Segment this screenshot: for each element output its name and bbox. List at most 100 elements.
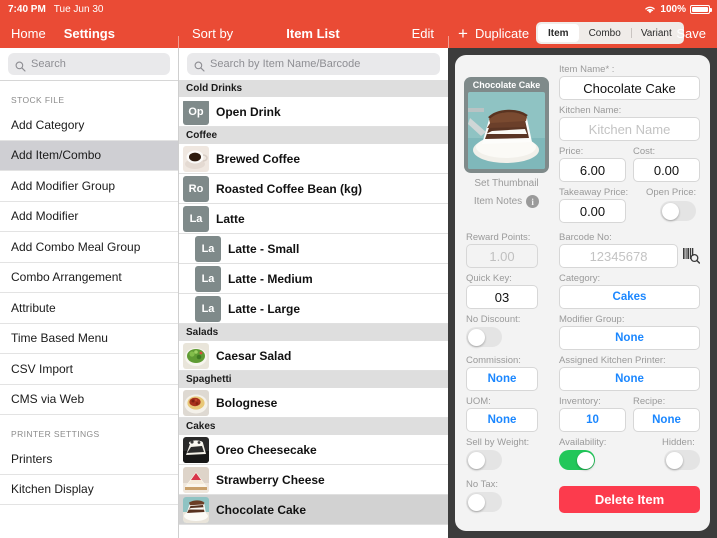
item-list: Cold Drinks Op Open Drink Coffee Brewed Coff… bbox=[179, 80, 448, 525]
edit-button[interactable]: Edit bbox=[412, 26, 434, 41]
sell-by-weight-toggle[interactable] bbox=[466, 450, 502, 470]
search-icon bbox=[194, 59, 205, 72]
list-item[interactable]: Brewed Coffee bbox=[179, 144, 448, 174]
hidden-toggle[interactable] bbox=[664, 450, 700, 470]
list-item[interactable]: La Latte bbox=[179, 204, 448, 234]
battery-percent: 100% bbox=[660, 3, 686, 15]
sidebar-item-printers[interactable]: Printers bbox=[0, 444, 178, 475]
modifier-group-field[interactable]: None bbox=[559, 326, 700, 350]
no-tax-label: No Tax: bbox=[466, 479, 499, 490]
set-thumbnail-button[interactable]: Set Thumbnail bbox=[464, 178, 549, 189]
sidebar-item-label: Attribute bbox=[11, 300, 56, 315]
recipe-label: Recipe: bbox=[633, 396, 666, 407]
price-field[interactable]: 6.00 bbox=[559, 158, 626, 182]
sidebar-item-add-combo-meal-group[interactable]: Add Combo Meal Group bbox=[0, 232, 178, 263]
barcode-scan-icon[interactable] bbox=[683, 247, 701, 264]
item-initials-badge: La bbox=[183, 205, 209, 232]
segment-combo[interactable]: Combo bbox=[579, 24, 631, 42]
list-item[interactable]: Oreo Cheesecake bbox=[179, 435, 448, 465]
sidebar-item-time-based-menu[interactable]: Time Based Menu bbox=[0, 323, 178, 354]
status-date: Tue Jun 30 bbox=[53, 3, 104, 15]
list-item[interactable]: Chocolate Cake bbox=[179, 495, 448, 525]
takeaway-price-field[interactable]: 0.00 bbox=[559, 199, 626, 223]
quick-key-field[interactable]: 03 bbox=[466, 285, 538, 309]
reward-points-field[interactable]: 1.00 bbox=[466, 244, 538, 268]
sidebar-item-label: Kitchen Display bbox=[11, 482, 94, 497]
item-thumbnail[interactable]: Chocolate Cake bbox=[464, 77, 549, 173]
commission-field[interactable]: None bbox=[466, 367, 538, 391]
uom-label: UOM: bbox=[466, 396, 491, 407]
open-price-toggle[interactable] bbox=[660, 201, 696, 221]
commission-label: Commission: bbox=[466, 355, 521, 366]
sidebar-item-label: Add Modifier Group bbox=[11, 178, 116, 193]
availability-toggle[interactable] bbox=[559, 450, 595, 470]
list-item[interactable]: La Latte - Medium bbox=[179, 264, 448, 294]
item-thumbnail-icon bbox=[183, 436, 209, 463]
thumbnail-image bbox=[468, 92, 545, 169]
sidebar-item-kitchen-display[interactable]: Kitchen Display bbox=[0, 474, 178, 505]
list-item[interactable]: La Latte - Small bbox=[179, 234, 448, 264]
item-name-label: Item Name* : bbox=[559, 64, 615, 75]
item-detail-panel: Chocolate Cake Set Thumbnail Item Notes … bbox=[448, 48, 717, 538]
settings-title: Settings bbox=[63, 25, 115, 41]
barcode-field[interactable]: 12345678 bbox=[559, 244, 678, 268]
item-thumbnail-icon bbox=[183, 145, 209, 172]
save-button[interactable]: Save bbox=[676, 26, 706, 41]
no-discount-toggle[interactable] bbox=[466, 327, 502, 347]
inventory-field[interactable]: 10 bbox=[559, 408, 626, 432]
sell-by-weight-label: Sell by Weight: bbox=[466, 437, 530, 448]
quick-key-label: Quick Key: bbox=[466, 273, 512, 284]
app-root: 7:40 PM Tue Jun 30 100% Home Settings So… bbox=[0, 0, 717, 538]
item-notes-button[interactable]: Item Notes i bbox=[464, 195, 549, 208]
segment-variant[interactable]: Variant bbox=[630, 24, 682, 42]
kitchen-name-field[interactable]: Kitchen Name bbox=[559, 117, 700, 141]
search-input[interactable]: Search bbox=[8, 53, 170, 75]
sort-by-button[interactable]: Sort by bbox=[192, 26, 233, 41]
list-item[interactable]: Strawberry Cheese bbox=[179, 465, 448, 495]
nav-bar: Home Settings Sort by Item List Edit + D… bbox=[0, 18, 717, 66]
sidebar-item-csv-import[interactable]: CSV Import bbox=[0, 354, 178, 385]
row-clip-mask bbox=[179, 97, 448, 101]
sidebar-item-label: Add Combo Meal Group bbox=[11, 239, 141, 254]
category-field[interactable]: Cakes bbox=[559, 285, 700, 309]
list-item[interactable]: Bolognese bbox=[179, 388, 448, 418]
recipe-field[interactable]: None bbox=[633, 408, 700, 432]
sidebar-item-label: Combo Arrangement bbox=[11, 270, 122, 285]
item-section-header: Salads bbox=[179, 324, 448, 341]
uom-field[interactable]: None bbox=[466, 408, 538, 432]
segment-item[interactable]: Item bbox=[538, 24, 579, 42]
plus-icon[interactable]: + bbox=[458, 25, 468, 42]
hidden-label: Hidden: bbox=[662, 437, 695, 448]
list-item-label: Caesar Salad bbox=[216, 348, 292, 363]
item-search-input[interactable]: Search by Item Name/Barcode bbox=[187, 53, 440, 75]
duplicate-button[interactable]: Duplicate bbox=[475, 26, 529, 41]
kitchen-printer-field[interactable]: None bbox=[559, 367, 700, 391]
sidebar-group-title: STOCK FILE bbox=[0, 81, 178, 110]
no-tax-toggle[interactable] bbox=[466, 492, 502, 512]
list-item-label: Latte bbox=[216, 211, 245, 226]
list-item[interactable]: Op Open Drink bbox=[179, 97, 448, 127]
item-initials-badge: La bbox=[195, 265, 221, 292]
sidebar-item-combo-arrangement[interactable]: Combo Arrangement bbox=[0, 262, 178, 293]
sidebar-item-attribute[interactable]: Attribute bbox=[0, 293, 178, 324]
info-icon[interactable]: i bbox=[526, 195, 540, 208]
list-item-label: Latte - Medium bbox=[228, 271, 313, 286]
sidebar-item-label: Time Based Menu bbox=[11, 331, 108, 346]
list-item[interactable]: Caesar Salad bbox=[179, 341, 448, 371]
type-segmented-control: Item Combo Variant bbox=[536, 22, 684, 44]
home-button[interactable]: Home bbox=[11, 26, 46, 41]
sidebar-item-add-item-combo[interactable]: Add Item/Combo bbox=[0, 140, 178, 171]
sidebar-item-cms-via-web[interactable]: CMS via Web bbox=[0, 384, 178, 415]
cost-field[interactable]: 0.00 bbox=[633, 158, 700, 182]
list-item[interactable]: La Latte - Large bbox=[179, 294, 448, 324]
sidebar-item-add-category[interactable]: Add Category bbox=[0, 110, 178, 141]
sidebar-item-add-modifier[interactable]: Add Modifier bbox=[0, 201, 178, 232]
list-item[interactable]: Ro Roasted Coffee Bean (kg) bbox=[179, 174, 448, 204]
item-name-field[interactable]: Chocolate Cake bbox=[559, 76, 700, 100]
list-item-label: Strawberry Cheese bbox=[216, 472, 325, 487]
thumbnail-caption: Chocolate Cake bbox=[472, 79, 541, 90]
sidebar-item-add-modifier-group[interactable]: Add Modifier Group bbox=[0, 171, 178, 202]
item-section-header: Coffee bbox=[179, 127, 448, 144]
sidebar-item-label: CMS via Web bbox=[11, 392, 85, 407]
delete-item-button[interactable]: Delete Item bbox=[559, 486, 700, 513]
